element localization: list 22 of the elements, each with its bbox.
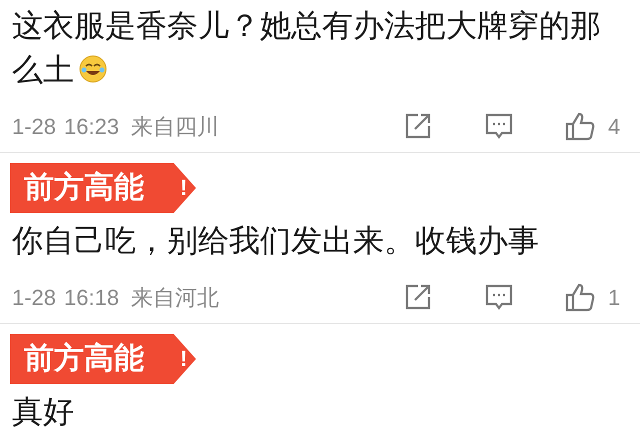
comment-time: 16:23: [64, 112, 120, 140]
badge-text: 前方高能: [24, 173, 144, 203]
share-icon[interactable]: [404, 283, 432, 311]
thumbs-up-icon[interactable]: [564, 110, 596, 142]
comment-text: 真好: [12, 393, 75, 431]
location-label: 来自四川: [131, 112, 220, 140]
comment-date: 1-28: [12, 112, 56, 140]
badge-text: 前方高能: [24, 344, 144, 374]
badge-mark: !: [180, 348, 188, 370]
comment-icon[interactable]: [484, 111, 514, 141]
badge-mark: !: [180, 177, 188, 199]
comment-text: 这衣服是香奈儿？她总有办法把大牌穿的那么土: [12, 7, 602, 89]
like-count[interactable]: 1: [608, 280, 628, 314]
share-icon[interactable]: [404, 112, 432, 140]
laughing-face-icon: [78, 54, 108, 84]
comment-time: 16:18: [64, 284, 120, 312]
comment-icon[interactable]: [484, 282, 514, 312]
comment-text: 你自己吃，别给我们发出来。收钱办事: [12, 222, 540, 260]
comment-date: 1-28: [12, 284, 56, 312]
location-label: 来自河北: [131, 284, 220, 312]
like-count[interactable]: 4: [608, 110, 628, 142]
thumbs-up-icon[interactable]: [564, 281, 596, 313]
